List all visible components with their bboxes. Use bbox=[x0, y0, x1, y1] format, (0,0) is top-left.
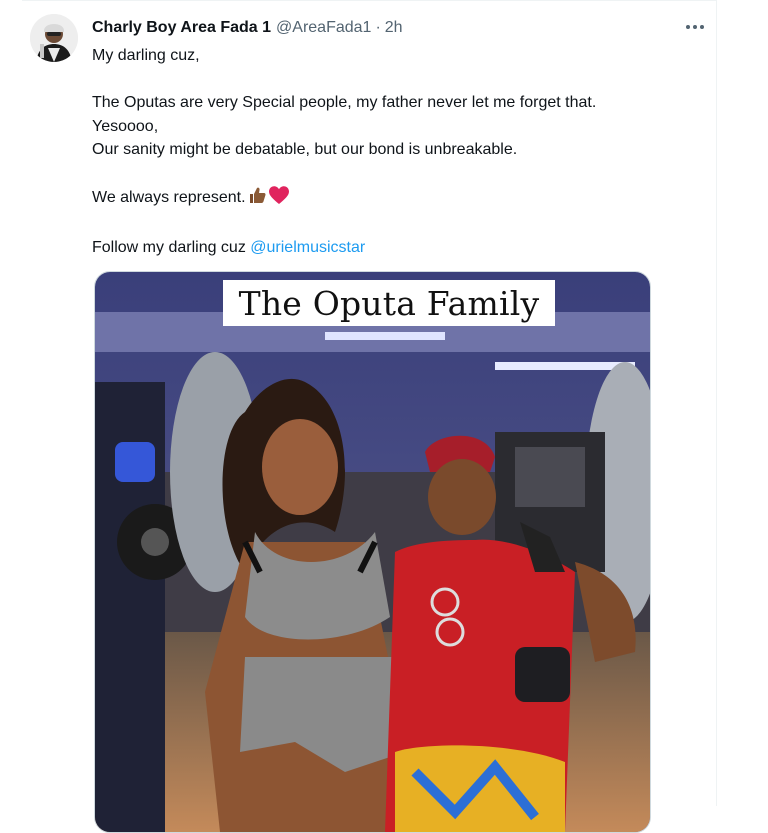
red-heart-icon bbox=[268, 185, 290, 213]
tweet-line: Follow my darling cuz bbox=[92, 239, 246, 256]
more-dot-icon bbox=[693, 25, 697, 29]
more-dot-icon bbox=[686, 25, 690, 29]
tweet-text: My darling cuz, The Oputas are very Spec… bbox=[92, 44, 702, 260]
tweet-line: Yesoooo, bbox=[92, 117, 159, 135]
tweet-line-with-emoji: We always represent. bbox=[92, 185, 702, 213]
user-handle[interactable]: @AreaFada1 bbox=[276, 19, 371, 37]
tweet-line: My darling cuz, bbox=[92, 47, 200, 64]
tweet-line: Our sanity might be debatable, but our b… bbox=[92, 141, 518, 158]
timestamp[interactable]: 2h bbox=[385, 19, 403, 37]
more-dot-icon bbox=[700, 25, 704, 29]
tweet-photo[interactable]: The Oputa Family bbox=[94, 271, 651, 833]
more-options-button[interactable] bbox=[680, 14, 710, 40]
separator-dot: · bbox=[375, 19, 381, 36]
tweet-header: Charly Boy Area Fada 1 @AreaFada1 · 2h bbox=[92, 17, 403, 39]
avatar-image bbox=[30, 14, 78, 62]
thumbs-up-icon bbox=[247, 185, 267, 213]
display-name[interactable]: Charly Boy Area Fada 1 bbox=[92, 19, 271, 37]
tweet-line-with-mention: Follow my darling cuz @urielmusicstar bbox=[92, 236, 702, 260]
gym-photo-image bbox=[95, 272, 650, 832]
tweet[interactable]: Charly Boy Area Fada 1 @AreaFada1 · 2h M… bbox=[0, 0, 716, 833]
avatar[interactable] bbox=[30, 14, 78, 62]
tweet-line: We always represent. bbox=[92, 189, 246, 206]
right-gutter bbox=[717, 0, 768, 806]
mention-link[interactable]: @urielmusicstar bbox=[250, 239, 365, 256]
photo-caption: The Oputa Family bbox=[223, 280, 555, 326]
tweet-line: The Oputas are very Special people, my f… bbox=[92, 94, 597, 111]
